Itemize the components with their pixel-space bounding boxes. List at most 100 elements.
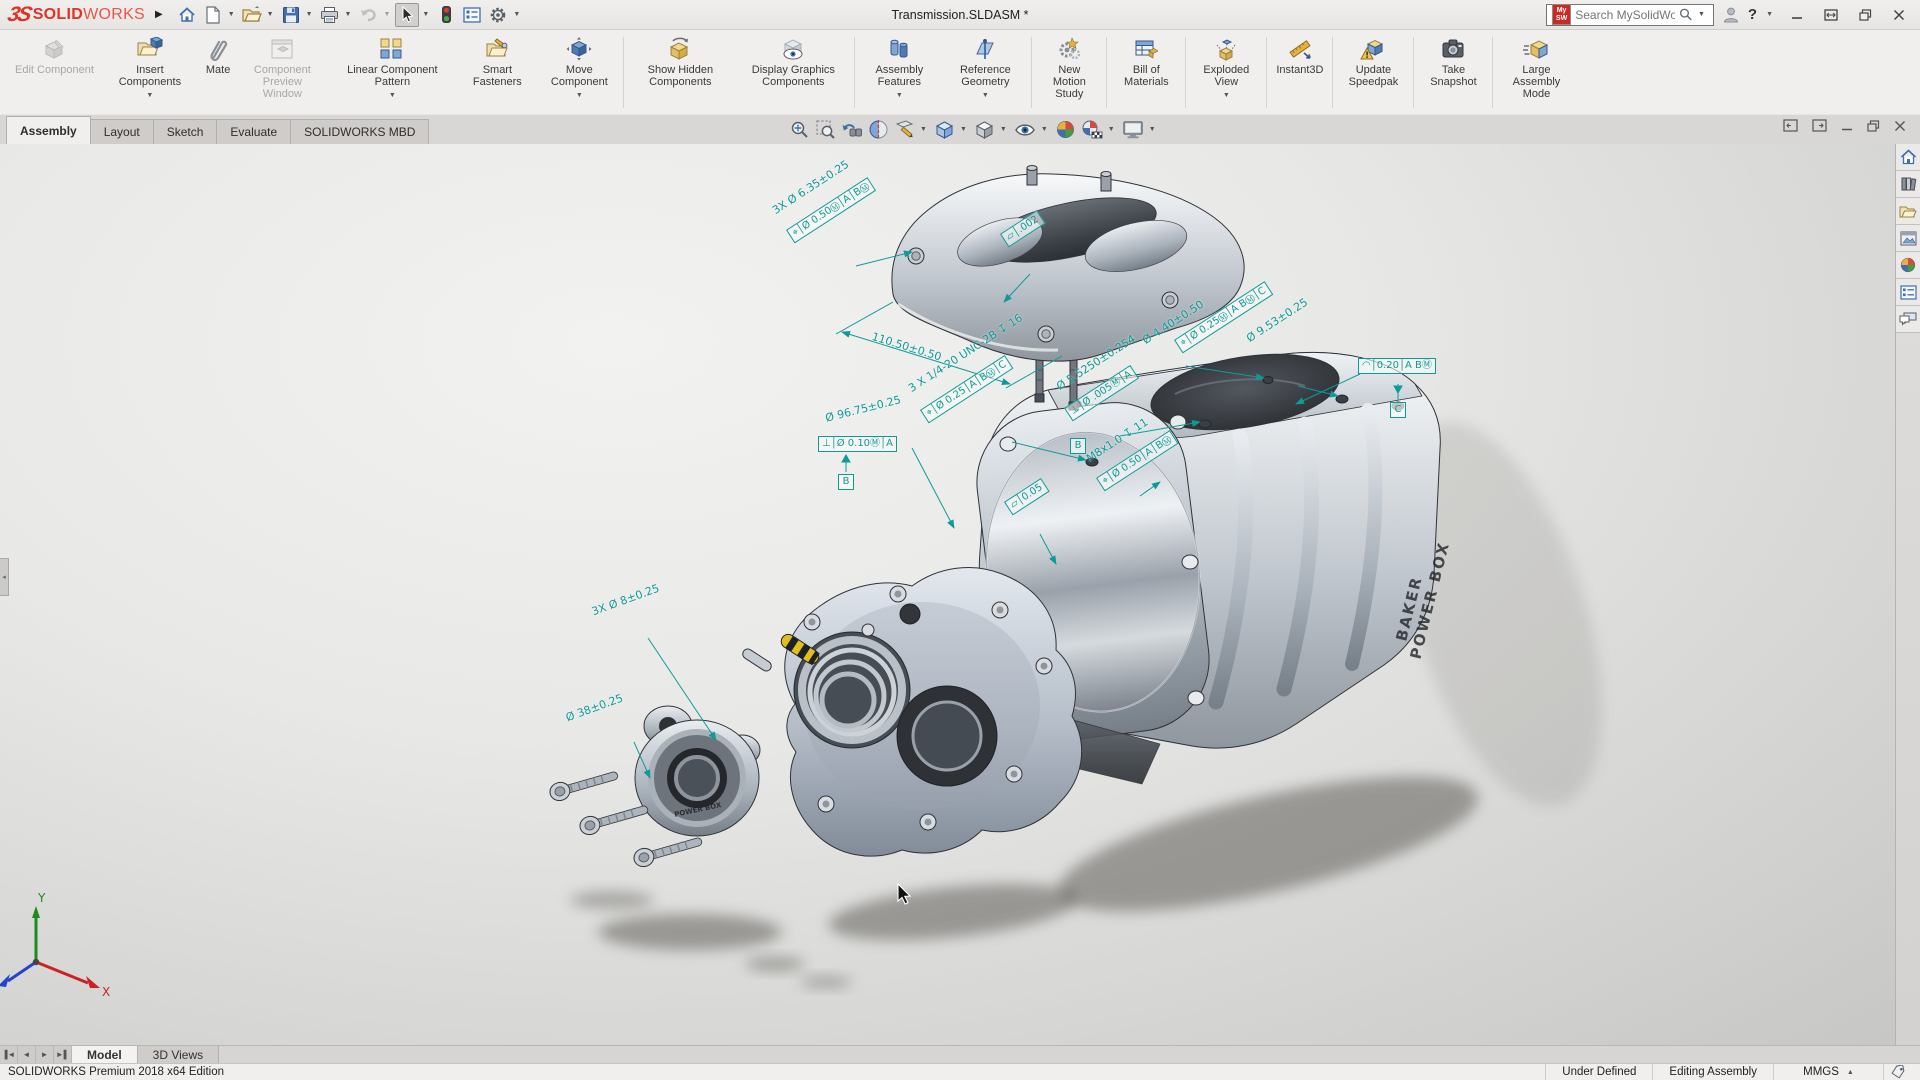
units-selector[interactable]: MMGS▲ bbox=[1773, 1064, 1883, 1080]
reference-geometry-caret[interactable]: ▼ bbox=[982, 90, 989, 102]
tab-evaluate[interactable]: Evaluate bbox=[216, 119, 291, 144]
search-icon[interactable] bbox=[1679, 7, 1693, 22]
task-pane-file-explorer[interactable] bbox=[1896, 198, 1920, 225]
pane-right-button[interactable] bbox=[1812, 119, 1827, 132]
move-component-caret[interactable]: ▼ bbox=[576, 90, 583, 102]
section-view-button[interactable] bbox=[867, 118, 890, 141]
search-mysolidworks[interactable]: My SW ▼ bbox=[1546, 4, 1714, 26]
ribbon-display-graphics-components[interactable]: Display Graphics Components bbox=[734, 33, 852, 112]
sign-in-person-icon[interactable] bbox=[1722, 6, 1740, 24]
fcf-bore-perpendicularity[interactable]: ⊥│Ø 0.10Ⓜ│A bbox=[818, 436, 897, 452]
ribbon-smart-fasteners[interactable]: Smart Fasteners bbox=[457, 33, 537, 112]
options-button[interactable] bbox=[486, 3, 510, 27]
view-orientation-button[interactable] bbox=[933, 118, 956, 141]
new-document-caret[interactable]: ▼ bbox=[228, 11, 235, 18]
nav-last-button[interactable]: ►▌ bbox=[54, 1046, 72, 1063]
apply-scene-caret[interactable]: ▼ bbox=[1108, 126, 1115, 133]
doc-restore-button[interactable] bbox=[1867, 120, 1880, 132]
ribbon-new-motion-study[interactable]: New Motion Study bbox=[1034, 33, 1104, 112]
home-button[interactable] bbox=[175, 3, 199, 27]
undo-button[interactable] bbox=[356, 3, 380, 27]
file-properties-button[interactable] bbox=[460, 3, 484, 27]
ribbon-reference-geometry[interactable]: Reference Geometry ▼ bbox=[941, 33, 1029, 112]
datum-b-bore[interactable]: B bbox=[838, 474, 854, 490]
doc-minimize-button[interactable] bbox=[1841, 120, 1853, 132]
front-cover-part[interactable] bbox=[785, 568, 1082, 857]
window-close-button[interactable] bbox=[1886, 3, 1912, 27]
menu-flyout-arrow[interactable]: ▶ bbox=[155, 9, 163, 20]
exploded-view-caret[interactable]: ▼ bbox=[1223, 90, 1230, 102]
ribbon-edit-component[interactable]: Edit Component bbox=[8, 33, 101, 112]
help-button[interactable]: ? bbox=[1748, 6, 1757, 23]
task-pane-custom-properties[interactable] bbox=[1896, 279, 1920, 306]
help-caret[interactable]: ▼ bbox=[1766, 11, 1773, 18]
display-style-button[interactable] bbox=[973, 118, 996, 141]
search-input[interactable] bbox=[1575, 8, 1675, 22]
task-pane-appearances-scenes[interactable] bbox=[1896, 252, 1920, 279]
window-restore-button[interactable] bbox=[1852, 3, 1878, 27]
tab-sketch[interactable]: Sketch bbox=[153, 119, 218, 144]
rebuild-button[interactable] bbox=[434, 3, 458, 27]
nav-first-button[interactable]: ▐◄ bbox=[0, 1046, 18, 1063]
dowel-pin-silver[interactable] bbox=[741, 647, 773, 673]
task-pane-view-palette[interactable] bbox=[1896, 225, 1920, 252]
ribbon-assembly-features[interactable]: Assembly Features ▼ bbox=[857, 33, 941, 112]
ribbon-take-snapshot[interactable]: Take Snapshot bbox=[1416, 33, 1490, 112]
nav-previous-button[interactable]: ◄ bbox=[18, 1046, 36, 1063]
dynamic-annotation-views-button[interactable] bbox=[893, 118, 916, 141]
zoom-to-area-button[interactable] bbox=[814, 118, 837, 141]
nav-next-button[interactable]: ► bbox=[36, 1046, 54, 1063]
task-pane-home[interactable] bbox=[1896, 144, 1920, 171]
annotation-views-caret[interactable]: ▼ bbox=[920, 126, 927, 133]
previous-view-button[interactable] bbox=[840, 118, 864, 141]
window-minimize-button[interactable] bbox=[1784, 3, 1810, 27]
view-orientation-caret[interactable]: ▼ bbox=[960, 126, 967, 133]
insert-components-caret[interactable]: ▼ bbox=[146, 90, 153, 102]
undo-caret[interactable]: ▼ bbox=[383, 11, 390, 18]
ribbon-large-assembly-mode[interactable]: Large Assembly Mode bbox=[1495, 33, 1577, 112]
tab-3d-views[interactable]: 3D Views bbox=[138, 1046, 219, 1063]
zoom-to-fit-button[interactable] bbox=[788, 118, 811, 141]
ribbon-exploded-view[interactable]: Exploded View ▼ bbox=[1188, 33, 1264, 112]
hub-part[interactable]: POWER BOX bbox=[635, 706, 760, 836]
tab-layout[interactable]: Layout bbox=[90, 119, 154, 144]
ribbon-instant3d[interactable]: Instant3D bbox=[1269, 33, 1330, 112]
ribbon-mate[interactable]: Mate bbox=[199, 33, 237, 112]
hide-show-items-button[interactable] bbox=[1013, 119, 1037, 141]
ribbon-update-speedpak[interactable]: Update Speedpak bbox=[1335, 33, 1411, 112]
pane-left-button[interactable] bbox=[1783, 119, 1798, 132]
save-button[interactable] bbox=[279, 3, 303, 27]
tab-solidworks-mbd[interactable]: SOLIDWORKS MBD bbox=[290, 119, 429, 144]
ribbon-linear-component-pattern[interactable]: Linear Component Pattern ▼ bbox=[327, 33, 457, 112]
feature-manager-collapse-handle[interactable]: ◂ bbox=[0, 558, 9, 596]
options-caret[interactable]: ▼ bbox=[513, 11, 520, 18]
save-caret[interactable]: ▼ bbox=[306, 11, 313, 18]
quick-tips-button[interactable] bbox=[1883, 1064, 1912, 1080]
editing-mode-status[interactable]: Editing Assembly bbox=[1652, 1064, 1773, 1080]
window-span-displays-button[interactable] bbox=[1818, 3, 1844, 27]
hide-show-caret[interactable]: ▼ bbox=[1041, 126, 1048, 133]
datum-c[interactable]: C bbox=[1390, 402, 1406, 418]
view-settings-caret[interactable]: ▼ bbox=[1149, 126, 1156, 133]
select-tool-button[interactable] bbox=[395, 3, 419, 27]
linear-pattern-caret[interactable]: ▼ bbox=[389, 90, 396, 102]
exploded-assembly-model[interactable]: BAKER POWER BOX bbox=[0, 144, 1920, 1045]
open-document-caret[interactable]: ▼ bbox=[267, 11, 274, 18]
tab-model[interactable]: Model bbox=[72, 1046, 138, 1063]
display-style-caret[interactable]: ▼ bbox=[1000, 126, 1007, 133]
task-pane-design-library[interactable] bbox=[1896, 171, 1920, 198]
search-caret[interactable]: ▼ bbox=[1698, 11, 1705, 18]
fcf-surface-profile[interactable]: ◠│0.20│A BⓂ bbox=[1358, 358, 1436, 374]
apply-scene-button[interactable] bbox=[1080, 118, 1104, 141]
print-button[interactable] bbox=[318, 3, 342, 27]
print-caret[interactable]: ▼ bbox=[345, 11, 352, 18]
ribbon-show-hidden-components[interactable]: Show Hidden Components bbox=[626, 33, 734, 112]
datum-b-pilot[interactable]: B bbox=[1070, 438, 1086, 454]
graphics-area[interactable]: BAKER POWER BOX bbox=[0, 144, 1920, 1045]
doc-close-button[interactable] bbox=[1894, 120, 1906, 132]
view-settings-button[interactable] bbox=[1121, 119, 1145, 141]
tab-assembly[interactable]: Assembly bbox=[6, 116, 91, 144]
edit-appearance-button[interactable] bbox=[1054, 118, 1077, 141]
assembly-features-caret[interactable]: ▼ bbox=[896, 90, 903, 102]
new-document-button[interactable] bbox=[201, 3, 225, 27]
